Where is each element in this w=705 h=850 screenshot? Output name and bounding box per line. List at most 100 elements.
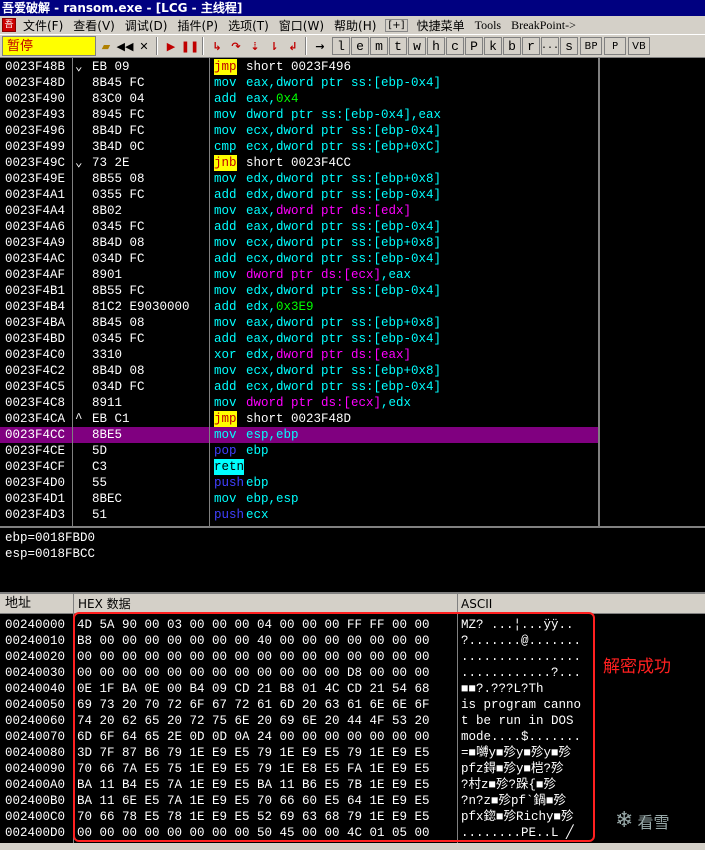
disasm-row[interactable]: 0023F4C0 3310 xor edx,dword ptr ds:[eax] — [0, 347, 598, 363]
disasm-row[interactable]: 0023F499 3B4D 0C cmp ecx,dword ptr ss:[ebp+… — [0, 139, 598, 155]
menu-breakpoint[interactable]: BreakPoint-> — [511, 18, 576, 33]
disasm-row[interactable]: 0023F496 8B4D FC mov ecx,dword ptr ss:[ebp-… — [0, 123, 598, 139]
dump-hex: 00 00 00 00 00 00 00 00 50 45 00 00 4C 0… — [77, 826, 430, 840]
disasm-row[interactable]: 0023F4D3 51 push ecx — [0, 507, 598, 523]
dump-row[interactable]: 00240090 70 66 7A E5 75 1E E9 E5 79 1E E8… — [0, 761, 705, 777]
disasm-row[interactable]: 0023F4AC 034D FC add ecx,dword ptr ss:[ebp-… — [0, 251, 598, 267]
disasm-mnemonic: mov — [214, 204, 237, 218]
pane-divider[interactable] — [598, 58, 600, 526]
disasm-mnemonic: mov — [214, 428, 237, 442]
dump-row[interactable]: 00240080 3D 7F 87 B6 79 1E E9 E5 79 1E E9… — [0, 745, 705, 761]
dump-row[interactable]: 00240000 4D 5A 90 00 03 00 00 00 04 00 00… — [0, 617, 705, 633]
disasm-row[interactable]: 0023F4D1 8BEC mov ebp,esp — [0, 491, 598, 507]
disasm-row[interactable]: 0023F4C8 8911 mov dword ptr ds:[ecx],edx — [0, 395, 598, 411]
disasm-row[interactable]: 0023F4A9 8B4D 08 mov ecx,dword ptr ss:[ebp+… — [0, 235, 598, 251]
step-into-icon[interactable]: ↳ — [208, 37, 226, 55]
disasm-row[interactable]: 0023F4A4 8B02 mov eax,dword ptr ds:[edx] — [0, 203, 598, 219]
run-icon[interactable]: ▶ — [162, 37, 180, 55]
disasm-row[interactable]: 0023F4C5 034D FC add ecx,dword ptr ss:[ebp-… — [0, 379, 598, 395]
dump-header-address[interactable]: 地址 — [5, 594, 31, 614]
execute-till-return-icon[interactable]: ↲ — [284, 37, 302, 55]
disasm-row[interactable]: 0023F49E 8B55 08 mov edx,dword ptr ss:[ebp+… — [0, 171, 598, 187]
breakpoint-button[interactable]: BP — [580, 37, 602, 55]
disasm-bytes: 8B4D 08 — [92, 236, 145, 250]
dump-row[interactable]: 00240020 00 00 00 00 00 00 00 00 00 00 00… — [0, 649, 705, 665]
open-icon[interactable]: ▰ — [97, 37, 115, 55]
menu-quick[interactable]: 快捷菜单 — [417, 17, 465, 34]
header-divider — [73, 594, 74, 614]
menu-debug[interactable]: 调试(D) — [125, 17, 168, 34]
disasm-bytes: 0345 FC — [92, 332, 145, 346]
vb-button[interactable]: VB — [628, 37, 650, 55]
dump-divider — [457, 614, 458, 850]
app-icon[interactable]: 吾 — [2, 18, 16, 32]
disasm-row[interactable]: 0023F4B1 8B55 FC mov edx,dword ptr ss:[ebp-… — [0, 283, 598, 299]
operand-part: 0x3E9 — [276, 300, 314, 314]
trace-into-icon[interactable]: ⇣ — [246, 37, 264, 55]
disasm-row[interactable]: 0023F49C ⌄ 73 2E jnb short 0023F4CC — [0, 155, 598, 171]
toolbar-more[interactable]: ... — [541, 37, 559, 55]
go-to-icon[interactable]: → — [311, 37, 329, 55]
menu-window[interactable]: 窗口(W) — [279, 17, 324, 34]
menu-plugins[interactable]: 插件(P) — [177, 17, 218, 34]
dump-row[interactable]: 002400D0 00 00 00 00 00 00 00 00 50 45 00… — [0, 825, 705, 841]
disasm-row[interactable]: 0023F4C2 8B4D 08 mov ecx,dword ptr ss:[ebp+… — [0, 363, 598, 379]
step-over-icon[interactable]: ↷ — [227, 37, 245, 55]
dump-row[interactable]: 002400A0 BA 11 B4 E5 7A 1E E9 E5 BA 11 B6… — [0, 777, 705, 793]
toolbar-s[interactable]: s — [560, 37, 578, 55]
bottom-tab-strip[interactable] — [0, 843, 705, 850]
disasm-row[interactable]: 0023F4B4 81C2 E9030000 add edx,0x3E9 — [0, 299, 598, 315]
dump-row[interactable]: 00240010 B8 00 00 00 00 00 00 00 40 00 00… — [0, 633, 705, 649]
disasm-row[interactable]: 0023F4A1 0355 FC add edx,dword ptr ss:[ebp-… — [0, 187, 598, 203]
menu-expand[interactable]: [+] — [385, 18, 408, 32]
dump-hex: 00 00 00 00 00 00 00 00 00 00 00 00 D8 0… — [77, 666, 430, 680]
toolbar-e[interactable]: e — [351, 37, 369, 55]
disassembly-pane[interactable]: 0023F48B ⌄ EB 09 jmp short 0023F496 0023F48D 8… — [0, 58, 600, 526]
toolbar-c[interactable]: c — [446, 37, 464, 55]
disasm-row[interactable]: 0023F4CC 8BE5 mov esp,ebp — [0, 427, 598, 443]
dump-row[interactable]: 00240030 00 00 00 00 00 00 00 00 00 00 00… — [0, 665, 705, 681]
disasm-row[interactable]: 0023F4BD 0345 FC add eax,dword ptr ss:[ebp-… — [0, 331, 598, 347]
toolbar-r[interactable]: r — [522, 37, 540, 55]
dump-row[interactable]: 00240040 0E 1F BA 0E 00 B4 09 CD 21 B8 01… — [0, 681, 705, 697]
disasm-row[interactable]: 0023F4CF C3 retn — [0, 459, 598, 475]
disasm-row[interactable]: 0023F4A6 0345 FC add eax,dword ptr ss:[ebp-… — [0, 219, 598, 235]
dump-row[interactable]: 00240050 69 73 20 70 72 6F 67 72 61 6D 20… — [0, 697, 705, 713]
toolbar-t[interactable]: t — [389, 37, 407, 55]
disasm-row[interactable]: 0023F4BA 8B45 08 mov eax,dword ptr ss:[ebp+… — [0, 315, 598, 331]
p-button[interactable]: P — [604, 37, 626, 55]
menu-tools[interactable]: Tools — [475, 18, 502, 33]
rewind-icon[interactable]: ◀◀ — [116, 37, 134, 55]
toolbar-h[interactable]: h — [427, 37, 445, 55]
dump-header-hex[interactable]: HEX 数据 — [78, 594, 131, 614]
toolbar-w[interactable]: w — [408, 37, 426, 55]
disasm-row[interactable]: 0023F4D0 55 push ebp — [0, 475, 598, 491]
menu-view[interactable]: 查看(V) — [73, 17, 115, 34]
disasm-row[interactable]: 0023F4CA ^ EB C1 jmp short 0023F48D — [0, 411, 598, 427]
disasm-row[interactable]: 0023F4AF 8901 mov dword ptr ds:[ecx],eax — [0, 267, 598, 283]
dump-pane[interactable]: 00240000 4D 5A 90 00 03 00 00 00 04 00 00… — [0, 614, 705, 850]
menu-file[interactable]: 文件(F) — [23, 17, 63, 34]
dump-row[interactable]: 002400C0 70 66 78 E5 78 1E E9 E5 52 69 63… — [0, 809, 705, 825]
disasm-row[interactable]: 0023F490 83C0 04 add eax,0x4 — [0, 91, 598, 107]
disasm-mnemonic: mov — [214, 76, 237, 90]
toolbar-l[interactable]: l — [332, 37, 350, 55]
toolbar-k[interactable]: k — [484, 37, 502, 55]
close-icon[interactable]: ✕ — [135, 37, 153, 55]
trace-over-icon[interactable]: ⇂ — [265, 37, 283, 55]
disasm-row[interactable]: 0023F4CE 5D pop ebp — [0, 443, 598, 459]
dump-row[interactable]: 00240070 6D 6F 64 65 2E 0D 0D 0A 24 00 00… — [0, 729, 705, 745]
toolbar-p[interactable]: P — [465, 37, 483, 55]
disasm-row[interactable]: 0023F48D 8B45 FC mov eax,dword ptr ss:[ebp-… — [0, 75, 598, 91]
toolbar-m[interactable]: m — [370, 37, 388, 55]
disasm-row[interactable]: 0023F493 8945 FC mov dword ptr ss:[ebp-0x4]… — [0, 107, 598, 123]
menu-help[interactable]: 帮助(H) — [334, 17, 376, 34]
disasm-row[interactable]: 0023F48B ⌄ EB 09 jmp short 0023F496 — [0, 59, 598, 75]
dump-row[interactable]: 002400B0 BA 11 6E E5 7A 1E E9 E5 70 66 60… — [0, 793, 705, 809]
operand-part: eax, — [246, 76, 277, 90]
dump-header-ascii[interactable]: ASCII — [461, 594, 492, 614]
dump-row[interactable]: 00240060 74 20 62 65 20 72 75 6E 20 69 6E… — [0, 713, 705, 729]
pause-icon[interactable]: ❚❚ — [181, 37, 199, 55]
toolbar-b[interactable]: b — [503, 37, 521, 55]
menu-options[interactable]: 选项(T) — [228, 17, 269, 34]
